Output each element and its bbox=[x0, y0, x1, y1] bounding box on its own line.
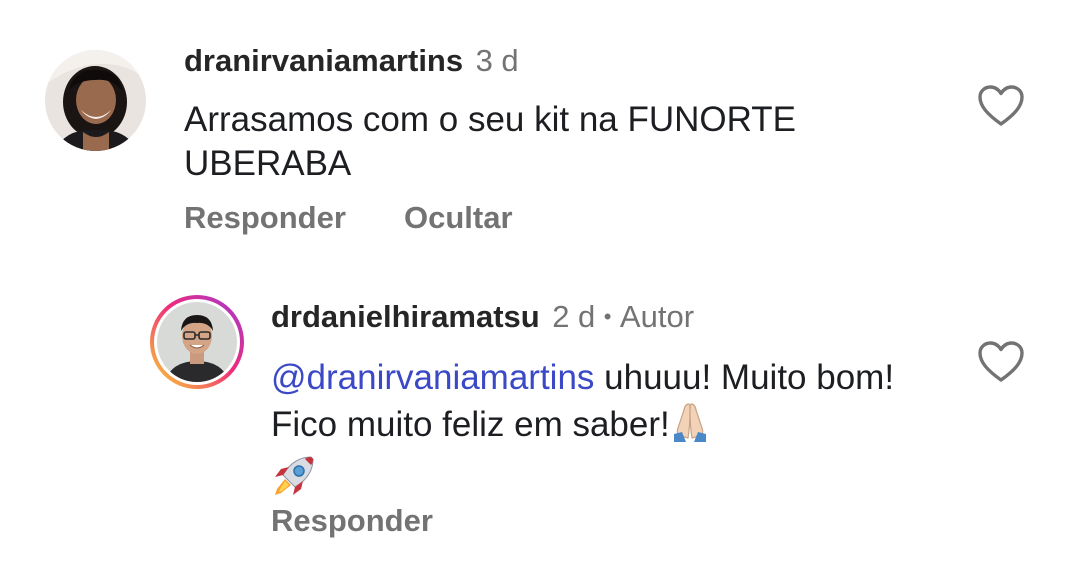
reply-button[interactable]: Responder bbox=[184, 200, 346, 236]
username[interactable]: dranirvaniamartins bbox=[184, 43, 463, 78]
author-badge: Autor bbox=[619, 299, 695, 334]
folded-hands-emoji bbox=[670, 400, 710, 453]
reply-button[interactable]: Responder bbox=[271, 503, 433, 539]
comment-text: Arrasamos com o seu kit na FUNORTE UBERA… bbox=[184, 100, 797, 183]
heart-outline-icon[interactable] bbox=[977, 84, 1025, 128]
hide-button[interactable]: Ocultar bbox=[404, 200, 513, 236]
mention-link[interactable]: @dranirvaniamartins bbox=[271, 358, 594, 397]
story-ring-icon bbox=[150, 295, 244, 389]
comment-header: dranirvaniamartins 3 d bbox=[184, 43, 519, 85]
comment-time: 3 d bbox=[475, 43, 519, 78]
reply-header: drdanielhiramatsu 2 d • Autor bbox=[271, 299, 694, 341]
avatar[interactable] bbox=[45, 50, 146, 151]
reply-text: @dranirvaniamartins uhuuu! Muito bom! Fi… bbox=[271, 356, 911, 510]
story-ring[interactable] bbox=[150, 295, 244, 389]
user-photo-icon bbox=[45, 50, 146, 151]
heart-outline-icon[interactable] bbox=[977, 340, 1025, 384]
username[interactable]: drdanielhiramatsu bbox=[271, 299, 540, 334]
reply-time: 2 d bbox=[552, 299, 596, 334]
rocket-emoji bbox=[271, 453, 317, 510]
comments-section: dranirvaniamartins 3 d Arrasamos com o s… bbox=[0, 0, 1079, 578]
separator-dot: • bbox=[603, 304, 612, 329]
